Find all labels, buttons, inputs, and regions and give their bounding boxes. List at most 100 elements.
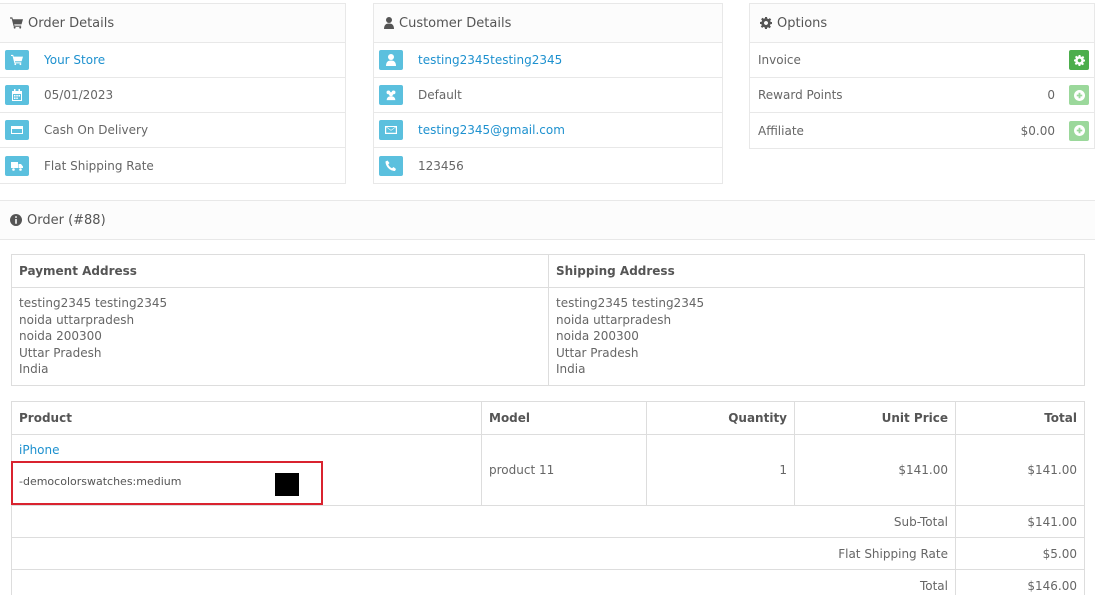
customer-group-row: Default	[374, 78, 722, 113]
invoice-label: Invoice	[758, 53, 801, 67]
address-line: noida 200300	[19, 329, 102, 343]
envelope-icon	[385, 126, 397, 134]
customer-phone: 123456	[418, 158, 464, 173]
reward-points-label: Reward Points	[758, 88, 843, 102]
generate-invoice-button[interactable]	[1069, 50, 1089, 70]
order-details-title: Order Details	[28, 15, 115, 31]
column-model: Model	[481, 401, 647, 435]
plus-circle-icon	[1073, 125, 1085, 136]
calendar-icon	[12, 89, 22, 101]
totals-row: Sub-Total $141.00	[11, 505, 1085, 538]
shipping-total-label: Flat Shipping Rate	[11, 537, 956, 570]
customer-name-link[interactable]: testing2345testing2345	[418, 53, 562, 67]
users-icon	[386, 90, 396, 101]
add-commission-button[interactable]	[1069, 120, 1089, 141]
info-circle-icon	[10, 214, 22, 226]
address-line: India	[556, 362, 586, 376]
column-total: Total	[955, 401, 1085, 435]
shipping-address: testing2345 testing2345 noida uttarprade…	[548, 287, 1085, 386]
product-quantity: 1	[646, 434, 795, 506]
grand-total-value: $146.00	[955, 569, 1085, 595]
products-header-row: Product Model Quantity Unit Price Total	[11, 401, 1085, 435]
shipping-method-row: Flat Shipping Rate	[0, 148, 345, 183]
product-total: $141.00	[955, 434, 1085, 506]
address-line: India	[19, 362, 49, 376]
totals-row: Flat Shipping Rate $5.00	[11, 537, 1085, 570]
phone-icon	[385, 160, 396, 171]
user-icon	[384, 17, 394, 29]
customer-name-row: testing2345testing2345	[374, 43, 722, 78]
address-line: Uttar Pradesh	[19, 345, 102, 360]
customer-button[interactable]	[379, 50, 403, 70]
column-unit-price: Unit Price	[794, 401, 956, 435]
order-title: Order (#88)	[27, 212, 106, 228]
address-line: testing2345 testing2345	[19, 296, 168, 310]
credit-card-icon	[11, 126, 23, 134]
reward-points-value: 0	[1047, 88, 1055, 102]
order-heading: Order (#88)	[0, 200, 1095, 240]
customer-details-title: Customer Details	[399, 15, 512, 31]
address-line: Uttar Pradesh	[556, 345, 639, 360]
cog-icon	[760, 17, 772, 29]
customer-email-link[interactable]: testing2345@gmail.com	[418, 123, 565, 137]
customer-group-button[interactable]	[379, 85, 403, 105]
payment-address: testing2345 testing2345 noida uttarprade…	[11, 287, 549, 386]
column-product: Product	[11, 401, 482, 435]
options-heading: Options	[750, 4, 1094, 43]
payment-address-header: Payment Address	[11, 254, 549, 288]
payment-method: Cash On Delivery	[44, 123, 149, 137]
date-row: 05/01/2023	[0, 78, 345, 113]
affiliate-label: Affiliate	[758, 123, 804, 138]
product-model: product 11	[481, 434, 647, 506]
reward-points-row: Reward Points 0	[750, 78, 1094, 113]
options-title: Options	[777, 15, 828, 31]
phone-button[interactable]	[379, 155, 403, 176]
invoice-row: Invoice	[750, 43, 1094, 78]
payment-method-row: Cash On Delivery	[0, 113, 345, 148]
customer-details-heading: Customer Details	[374, 4, 722, 43]
column-quantity: Quantity	[646, 401, 795, 435]
customer-phone-row: 123456	[374, 148, 722, 183]
shopping-cart-icon	[11, 54, 23, 66]
product-cell: iPhone -democolorswatches:medium	[11, 434, 482, 506]
grand-total-label: Total	[11, 569, 956, 595]
email-button[interactable]	[379, 120, 403, 140]
customer-details-panel: Customer Details testing2345testing2345 …	[373, 3, 723, 184]
products-table: Product Model Quantity Unit Price Total …	[11, 401, 1085, 595]
cog-icon	[1073, 54, 1085, 66]
plus-circle-icon	[1073, 89, 1085, 101]
store-button[interactable]	[5, 50, 29, 70]
subtotal-value: $141.00	[955, 505, 1085, 538]
shipping-total-value: $5.00	[955, 537, 1085, 570]
shipping-address-header: Shipping Address	[548, 254, 1085, 288]
address-line: noida uttarpradesh	[556, 312, 672, 327]
truck-icon	[11, 161, 23, 171]
customer-group: Default	[418, 88, 462, 102]
shipping-method-button[interactable]	[5, 155, 29, 176]
shipping-method: Flat Shipping Rate	[44, 158, 154, 173]
add-reward-points-button[interactable]	[1069, 85, 1089, 105]
address-table: Payment Address Shipping Address testing…	[11, 254, 1085, 386]
customer-email-row: testing2345@gmail.com	[374, 113, 722, 148]
order-date: 05/01/2023	[44, 88, 114, 102]
order-details-heading: Order Details	[0, 4, 345, 43]
store-link[interactable]: Your Store	[44, 53, 105, 67]
address-line: noida 200300	[556, 329, 639, 343]
affiliate-row: Affiliate $0.00	[750, 113, 1094, 148]
address-line: testing2345 testing2345	[556, 296, 705, 310]
payment-method-button[interactable]	[5, 120, 29, 140]
color-swatch	[275, 473, 299, 496]
address-line: noida uttarpradesh	[19, 312, 135, 327]
user-icon	[386, 54, 396, 66]
order-details-panel: Order Details Your Store 05/01/2023 Cash…	[0, 3, 346, 184]
product-link[interactable]: iPhone	[19, 443, 60, 457]
totals-row: Total $146.00	[11, 569, 1085, 595]
store-row: Your Store	[0, 43, 345, 78]
options-panel: Options Invoice Reward Points 0 Affiliat…	[749, 3, 1095, 149]
shopping-cart-icon	[10, 17, 23, 29]
table-row: iPhone -democolorswatches:medium product…	[11, 434, 1085, 506]
date-button[interactable]	[5, 85, 29, 105]
subtotal-label: Sub-Total	[11, 505, 956, 538]
product-unit-price: $141.00	[794, 434, 956, 506]
affiliate-value: $0.00	[1020, 123, 1055, 138]
